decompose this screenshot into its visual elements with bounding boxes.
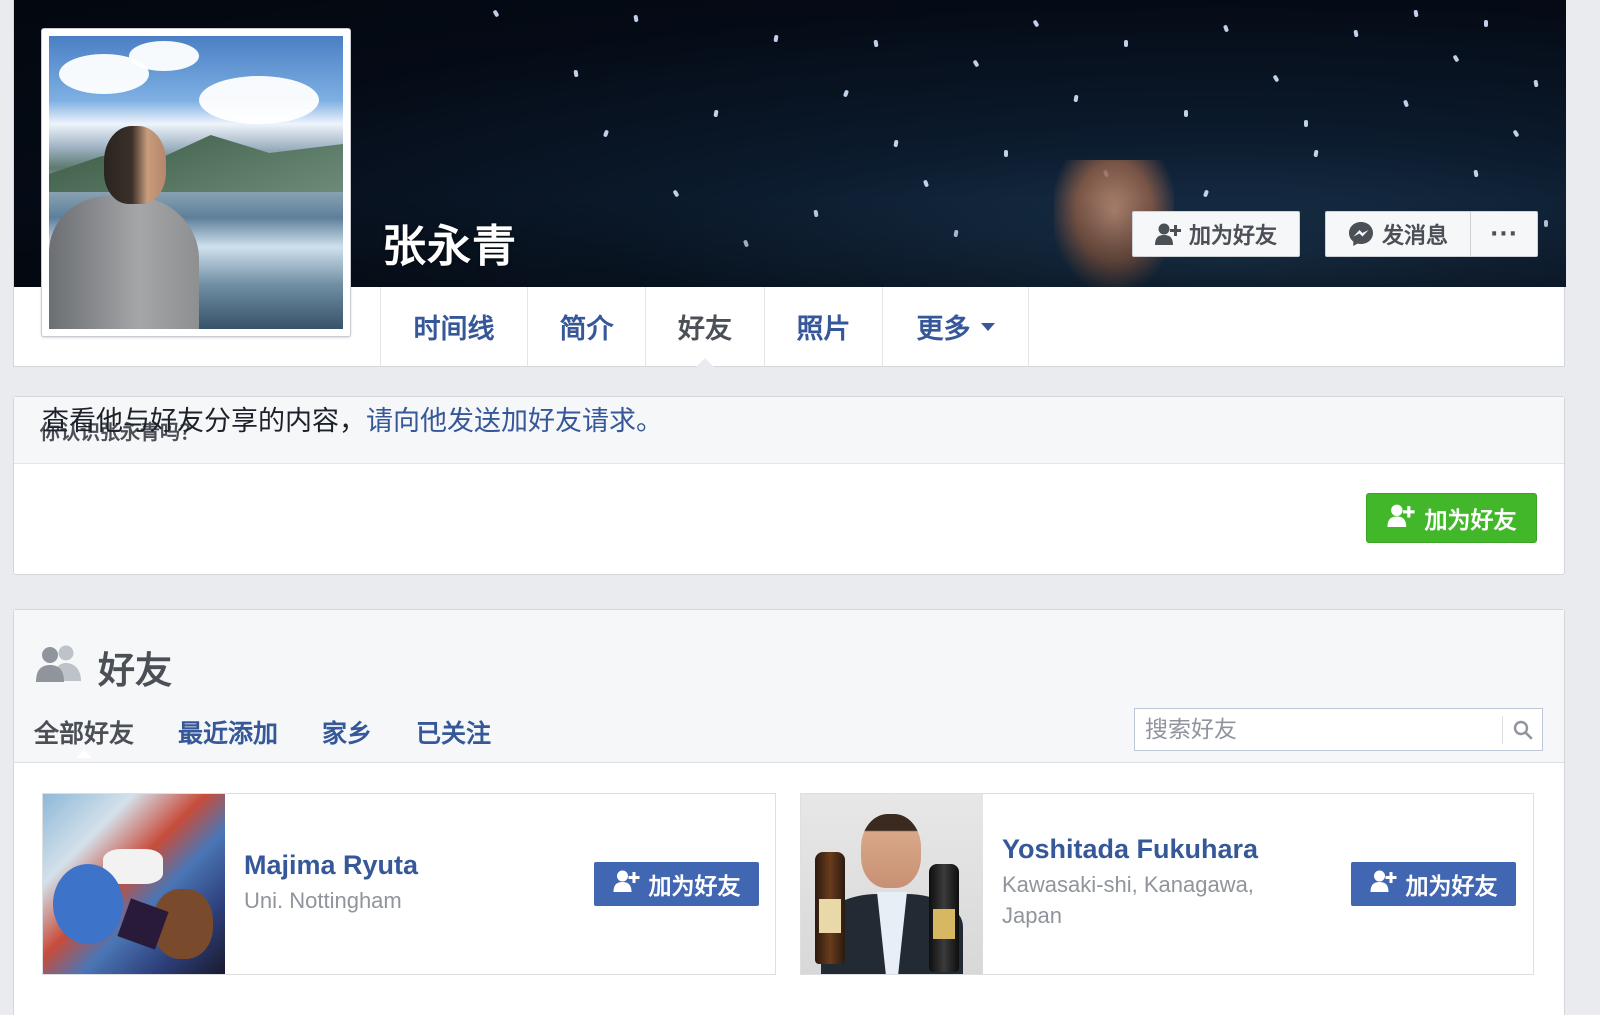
cover-star <box>1304 120 1308 127</box>
cover-star <box>972 59 980 68</box>
friend-card: Majima Ryuta Uni. Nottingham 加为好友 <box>42 793 776 975</box>
tab-timeline[interactable]: 时间线 <box>381 287 528 366</box>
messenger-icon <box>1348 221 1374 247</box>
add-friend-green-button[interactable]: 加为好友 <box>1366 493 1537 543</box>
add-friend-icon <box>1386 503 1415 534</box>
add-friend-button[interactable]: 加为好友 <box>594 862 759 906</box>
cover-star <box>1032 19 1040 28</box>
message-label: 发消息 <box>1381 224 1448 249</box>
add-friend-label: 加为好友 <box>1188 224 1277 249</box>
cover-star <box>873 39 879 48</box>
cover-star <box>1533 79 1539 88</box>
add-friend-button[interactable]: 加为好友 <box>1351 862 1516 906</box>
message-button[interactable]: 发消息 <box>1325 211 1470 257</box>
cover-star <box>573 69 579 78</box>
cover-star <box>1452 54 1460 63</box>
tab-photos[interactable]: 照片 <box>765 287 883 366</box>
friend-card: Yoshitada Fukuhara Kawasaki-shi, Kanagaw… <box>800 793 1534 975</box>
tab-friends[interactable]: 好友 <box>646 287 765 367</box>
add-friend-icon <box>1154 222 1181 246</box>
cover-star <box>922 179 930 188</box>
send-request-link[interactable]: 请向他发送加好友请求。 <box>366 406 663 437</box>
tab-hometown[interactable]: 家乡 <box>322 714 372 750</box>
cover-star <box>1124 40 1128 47</box>
tab-recently-added[interactable]: 最近添加 <box>178 714 278 750</box>
tab-all-friends[interactable]: 全部好友 <box>34 714 134 758</box>
profile-photo <box>49 36 343 329</box>
cover-star <box>1313 149 1319 158</box>
cover-star <box>1073 94 1079 103</box>
friends-icon <box>36 644 82 691</box>
cover-star <box>773 34 779 43</box>
know-prompt-card: 你认识张永青吗？ 查看他与好友分享的内容，请向他发送加好友请求。 加为好友 <box>13 396 1565 575</box>
friend-name[interactable]: Yoshitada Fukuhara <box>1002 834 1258 865</box>
add-friend-button[interactable]: 加为好友 <box>1132 211 1300 257</box>
cover-star <box>1272 74 1280 83</box>
cover-star <box>1184 110 1188 117</box>
cover-star <box>1222 24 1230 33</box>
cover-star <box>1402 99 1410 108</box>
cover-star <box>1512 129 1520 138</box>
cover-star <box>1473 169 1479 178</box>
cover-star <box>893 139 899 148</box>
search-icon[interactable] <box>1502 715 1542 744</box>
friend-detail: Uni. Nottingham <box>244 888 402 913</box>
cover-star <box>713 109 719 118</box>
search-friends <box>1134 708 1543 751</box>
chevron-down-icon <box>980 322 995 331</box>
cover-star <box>842 89 850 98</box>
friend-avatar[interactable] <box>801 794 983 974</box>
know-prompt-text: 查看他与好友分享的内容，请向他发送加好友请求。 <box>42 406 663 437</box>
cover-star <box>1413 9 1419 18</box>
profile-name[interactable]: 张永青 <box>382 210 517 274</box>
friend-name[interactable]: Majima Ryuta <box>244 850 418 881</box>
friend-avatar[interactable] <box>43 794 225 974</box>
cover-star <box>602 129 610 138</box>
profile-nav: 时间线 简介 好友 照片 更多 <box>380 287 1029 367</box>
cover-star <box>1353 29 1359 38</box>
profile-picture[interactable] <box>41 28 351 337</box>
search-friends-input[interactable] <box>1135 709 1502 750</box>
add-friend-icon <box>613 869 640 899</box>
tab-following[interactable]: 已关注 <box>416 714 491 750</box>
friends-tabs: 全部好友 最近添加 家乡 已关注 <box>34 714 491 758</box>
cover-star <box>1004 150 1008 157</box>
friend-detail: Kawasaki-shi, Kanagawa, Japan <box>1002 872 1254 928</box>
cover-star <box>633 14 639 23</box>
tab-more[interactable]: 更多 <box>883 287 1029 366</box>
cover-star <box>492 9 500 18</box>
profile-header: 张永青 加为好友 发消息 ··· 时间线 简介 好友 照片 更多 <box>13 0 1566 367</box>
more-options-button[interactable]: ··· <box>1470 211 1538 257</box>
friends-title: 好友 <box>36 640 172 694</box>
cover-star <box>1484 20 1488 27</box>
add-friend-icon <box>1370 869 1397 899</box>
more-dots-icon: ··· <box>1489 221 1519 247</box>
tab-about[interactable]: 简介 <box>528 287 646 366</box>
friends-section: 好友 全部好友 最近添加 家乡 已关注 Majima Ryuta Uni. No… <box>13 609 1565 1015</box>
